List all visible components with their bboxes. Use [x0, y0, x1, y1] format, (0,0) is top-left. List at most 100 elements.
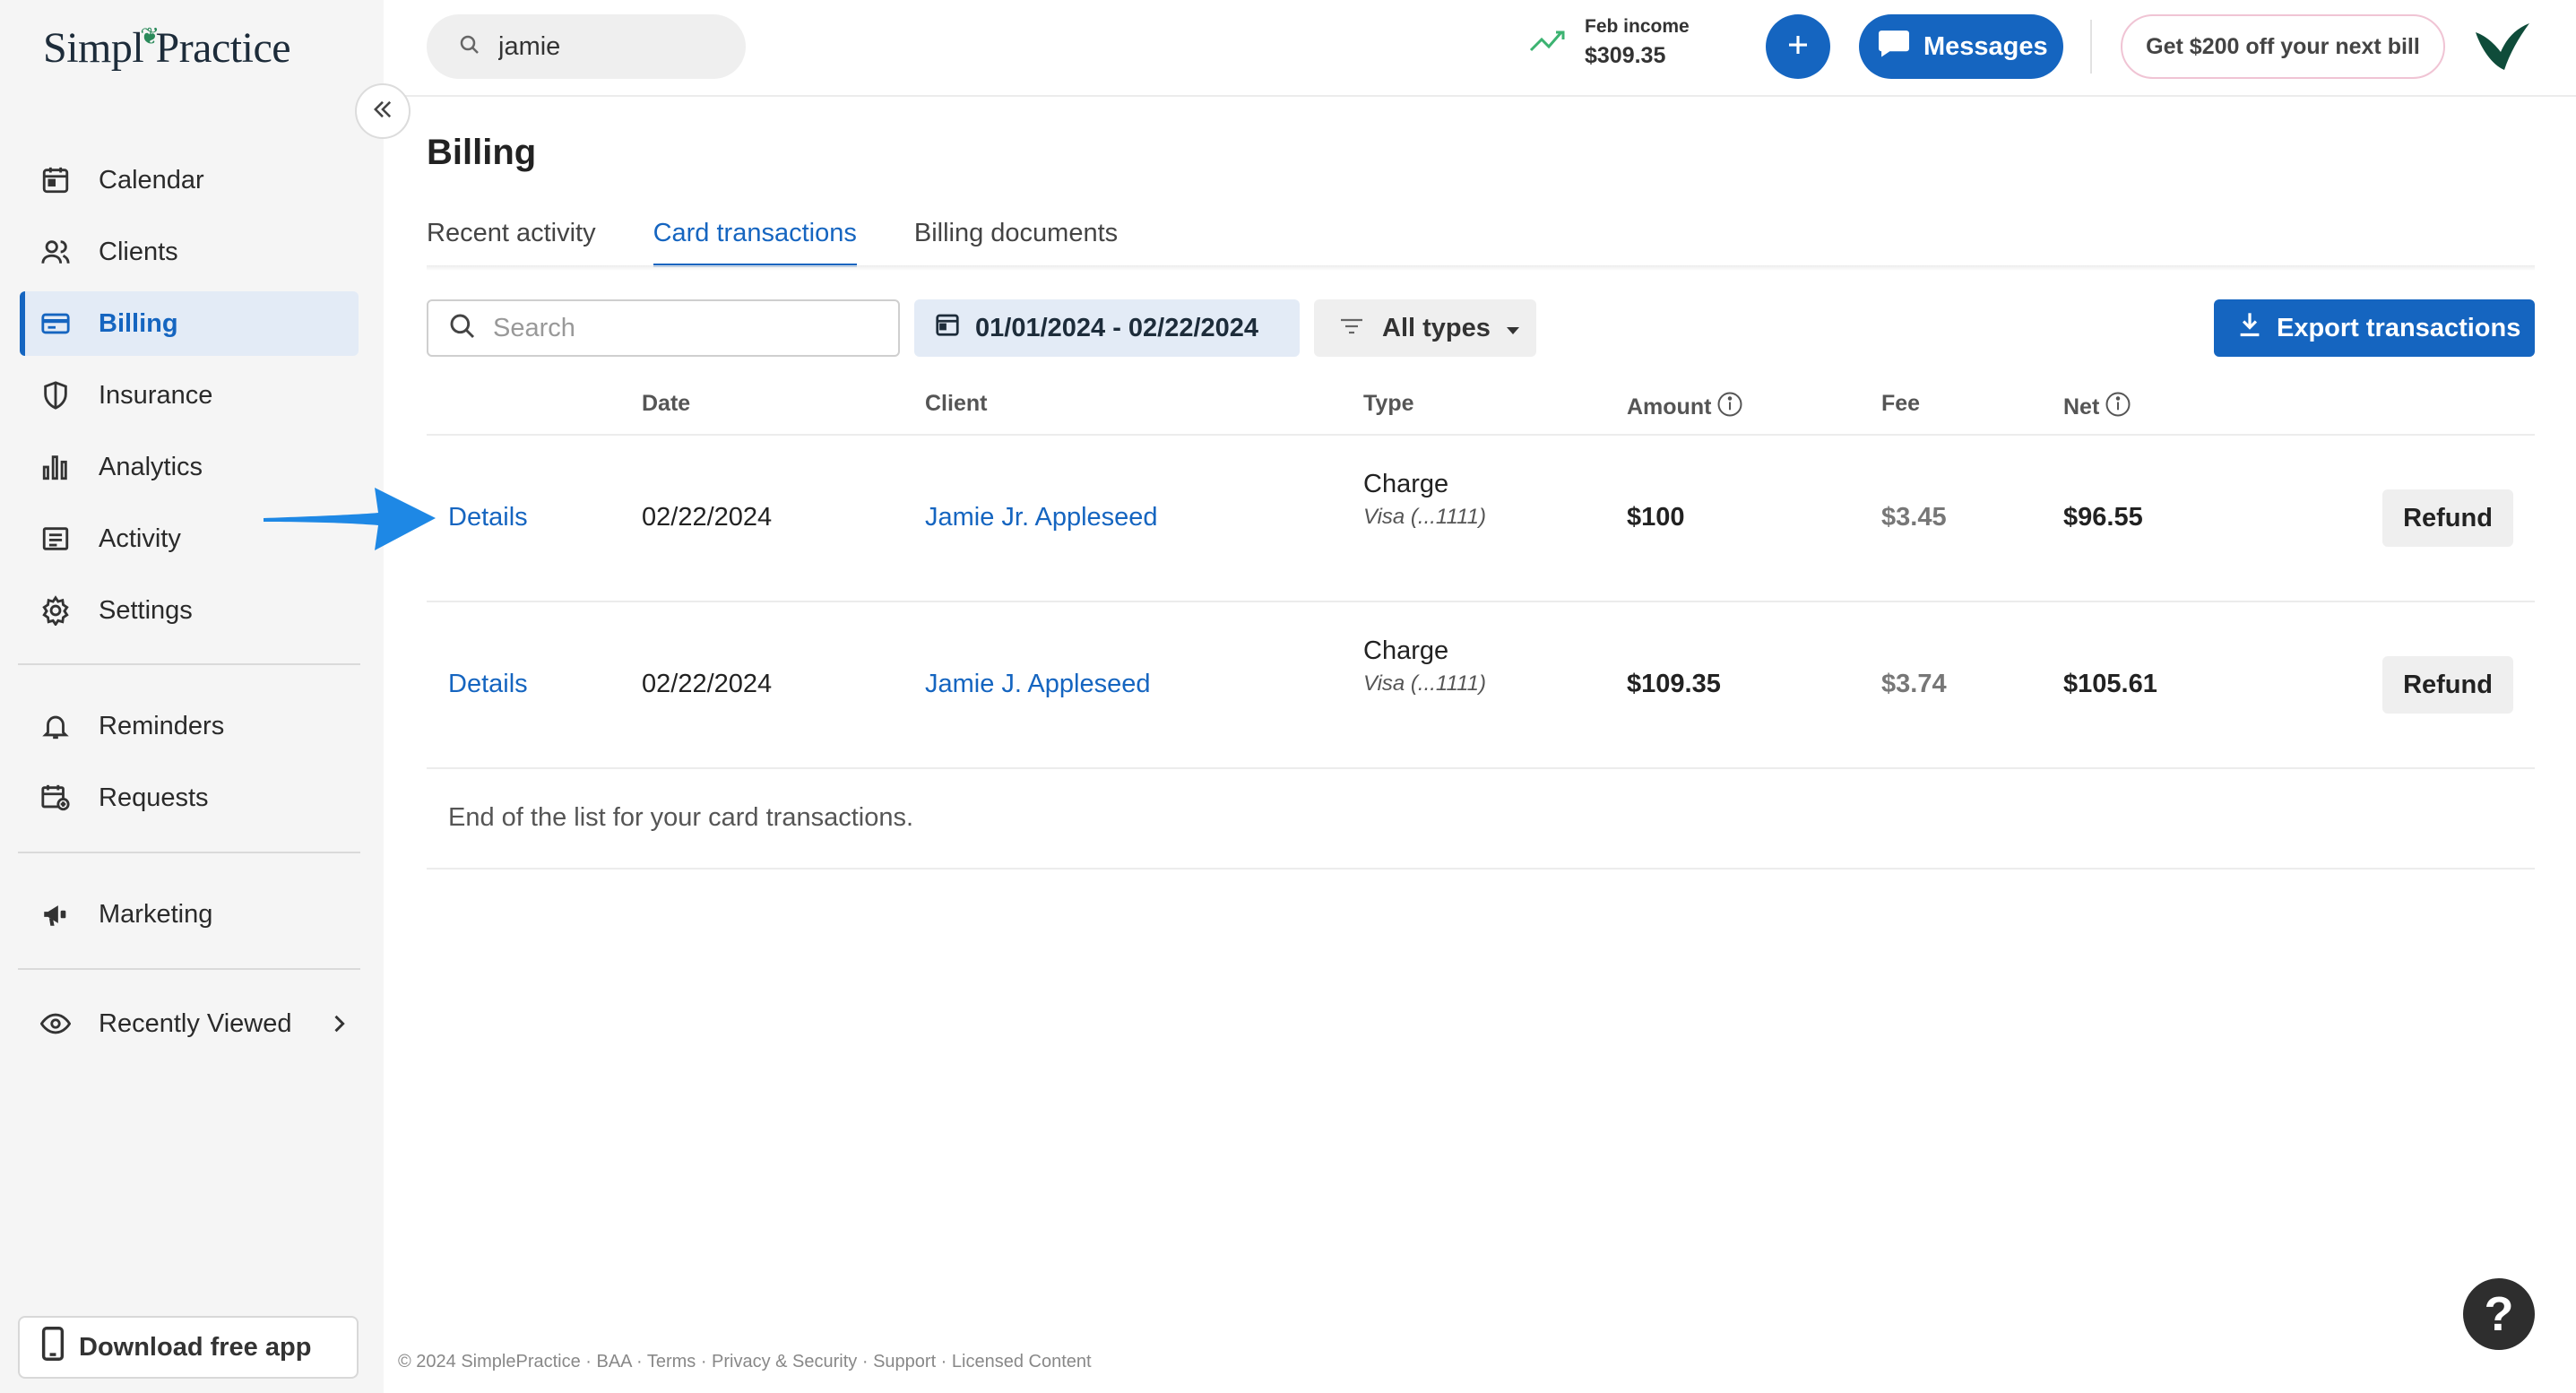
card-label: Visa (...1111)	[1363, 505, 1486, 529]
info-icon[interactable]	[2105, 391, 2131, 424]
sidebar-item-label: Recently Viewed	[99, 1008, 292, 1038]
global-search[interactable]	[427, 14, 746, 79]
type-label: Charge	[1363, 636, 1449, 665]
export-transactions-button[interactable]: Export transactions	[2214, 299, 2535, 357]
sidebar-item-insurance[interactable]: Insurance	[20, 363, 359, 428]
gear-icon	[38, 593, 73, 628]
sidebar-item-marketing[interactable]: Marketing	[20, 882, 359, 947]
topbar: Feb income $309.35 Messages Get $200 off…	[384, 0, 2576, 97]
net-value: $96.55	[2063, 503, 2143, 532]
shield-icon	[38, 377, 73, 413]
table-divider	[427, 601, 2535, 602]
sidebar-divider	[18, 852, 360, 853]
eye-icon	[38, 1006, 73, 1042]
sidebar-divider	[18, 968, 360, 970]
sidebar-item-label: Billing	[99, 308, 178, 338]
sidebar-item-reminders[interactable]: Reminders	[20, 694, 359, 758]
sidebar-item-recently-viewed[interactable]: Recently Viewed	[20, 991, 359, 1056]
sidebar-item-label: Analytics	[99, 452, 203, 481]
amount-value: $100	[1627, 503, 1685, 532]
sidebar-item-label: Settings	[99, 595, 193, 625]
promo-label: Get $200 off your next bill	[2146, 33, 2420, 59]
sidebar-item-requests[interactable]: Requests	[20, 766, 359, 830]
income-value: $309.35	[1585, 43, 1666, 68]
tab-billing-documents[interactable]: Billing documents	[914, 219, 1118, 267]
messages-label: Messages	[1923, 31, 2048, 61]
transaction-type: Charge Visa (...1111)	[1363, 636, 1486, 696]
tab-card-transactions[interactable]: Card transactions	[653, 219, 858, 267]
info-icon[interactable]	[1716, 391, 1743, 424]
sidebar-item-label: Requests	[99, 783, 209, 812]
refund-button[interactable]: Refund	[2382, 656, 2513, 714]
date-range-picker[interactable]: 01/01/2024 - 02/22/2024	[914, 299, 1300, 357]
messages-button[interactable]: Messages	[1859, 14, 2063, 79]
transaction-search-input[interactable]	[493, 313, 887, 343]
table-divider	[427, 434, 2535, 436]
column-header-fee[interactable]: Fee	[1881, 391, 1920, 417]
client-link[interactable]: Jamie Jr. Appleseed	[925, 503, 1158, 532]
filter-icon	[1339, 314, 1364, 343]
column-header-type[interactable]: Type	[1363, 391, 1414, 417]
export-label: Export transactions	[2277, 313, 2521, 342]
plus-icon	[1785, 31, 1811, 63]
type-label: Charge	[1363, 470, 1449, 498]
phone-icon	[41, 1327, 65, 1368]
transaction-date: 02/22/2024	[642, 503, 773, 532]
promo-button[interactable]: Get $200 off your next bill	[2121, 14, 2445, 79]
date-range-label: 01/01/2024 - 02/22/2024	[975, 313, 1259, 342]
sidebar-item-label: Activity	[99, 523, 181, 553]
type-filter-label: All types	[1382, 313, 1491, 342]
simplepractice-logo[interactable]: Simpl❦Practice	[43, 23, 291, 73]
column-header-net[interactable]: Net	[2063, 391, 2131, 424]
amount-value: $109.35	[1627, 670, 1721, 698]
fee-value: $3.45	[1881, 503, 1947, 532]
income-summary[interactable]: Feb income $309.35	[1529, 16, 1690, 69]
footer-links[interactable]: © 2024 SimplePractice · BAA · Terms · Pr…	[398, 1352, 1092, 1372]
trending-up-icon	[1529, 27, 1569, 58]
analytics-icon	[38, 449, 73, 485]
transaction-search[interactable]	[427, 299, 900, 357]
end-of-list-text: End of the list for your card transactio…	[448, 803, 914, 832]
sidebar-item-calendar[interactable]: Calendar	[20, 148, 359, 212]
details-link[interactable]: Details	[448, 670, 528, 699]
sidebar-item-billing[interactable]: Billing	[20, 291, 359, 356]
column-header-amount[interactable]: Amount	[1627, 391, 1743, 424]
help-button[interactable]: ?	[2463, 1278, 2535, 1350]
sidebar-item-settings[interactable]: Settings	[20, 578, 359, 643]
column-header-date[interactable]: Date	[642, 391, 690, 417]
collapse-sidebar-button[interactable]	[355, 83, 411, 139]
clients-icon	[38, 234, 73, 270]
table-divider	[427, 767, 2535, 769]
avatar[interactable]	[2472, 20, 2531, 74]
global-search-input[interactable]	[498, 31, 731, 62]
tab-recent-activity[interactable]: Recent activity	[427, 219, 596, 267]
tabs-divider	[427, 265, 2535, 271]
caret-down-icon	[1505, 314, 1521, 343]
chat-bubble-icon	[1877, 28, 1911, 65]
sidebar-item-clients[interactable]: Clients	[20, 220, 359, 284]
search-icon	[448, 312, 477, 345]
chevron-right-icon	[326, 1011, 351, 1041]
type-filter-dropdown[interactable]: All types	[1314, 299, 1536, 357]
page-title: Billing	[427, 133, 537, 172]
column-header-client[interactable]: Client	[925, 391, 987, 417]
card-label: Visa (...1111)	[1363, 671, 1486, 696]
sidebar-item-label: Marketing	[99, 899, 213, 929]
sidebar-item-label: Calendar	[99, 165, 204, 195]
income-label: Feb income	[1585, 16, 1690, 37]
download-app-label: Download free app	[79, 1332, 312, 1362]
calendar-icon	[38, 162, 73, 198]
details-link[interactable]: Details	[448, 503, 528, 532]
annotation-arrow-icon	[264, 488, 436, 550]
net-value: $105.61	[2063, 670, 2157, 698]
sidebar: Simpl❦Practice Calendar Clients Billing …	[0, 0, 384, 1393]
create-new-button[interactable]	[1766, 14, 1830, 79]
activity-icon	[38, 521, 73, 557]
billing-icon	[38, 306, 73, 342]
refund-button[interactable]: Refund	[2382, 489, 2513, 547]
client-link[interactable]: Jamie J. Appleseed	[925, 670, 1150, 699]
megaphone-icon	[38, 896, 73, 932]
download-app-button[interactable]: Download free app	[18, 1316, 359, 1379]
transaction-date: 02/22/2024	[642, 670, 773, 698]
bell-icon	[38, 708, 73, 744]
